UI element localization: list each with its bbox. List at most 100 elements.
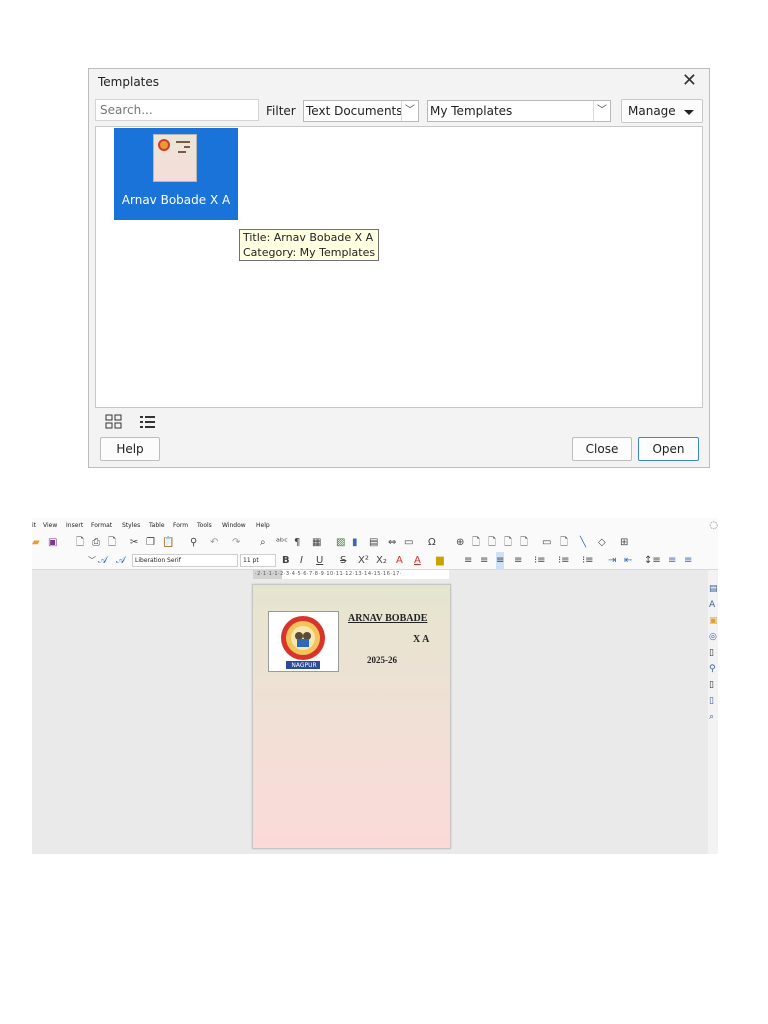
- cut-icon[interactable]: ✂: [130, 534, 138, 552]
- insert-image-icon[interactable]: ▨: [336, 534, 345, 552]
- insert-chart-icon[interactable]: ▮: [352, 534, 358, 552]
- draw-functions-icon[interactable]: ⊞: [620, 534, 628, 552]
- filter-select[interactable]: Text Documents ﹀: [303, 100, 419, 122]
- menu-item-insert[interactable]: Insert: [66, 518, 83, 534]
- category-select[interactable]: My Templates ﹀: [427, 100, 611, 122]
- caret-down-icon: [684, 110, 694, 115]
- font-name-box[interactable]: Liberation Serif: [132, 554, 238, 567]
- save-icon[interactable]: ▣: [48, 534, 57, 552]
- cross-reference-icon[interactable]: 🗋: [520, 534, 528, 552]
- open-folder-icon[interactable]: ▰: [32, 534, 40, 552]
- insert-field-icon[interactable]: ▭: [404, 534, 413, 552]
- copy-icon[interactable]: ❐: [146, 534, 155, 552]
- font-color-icon[interactable]: A: [414, 552, 421, 570]
- list-view-icon[interactable]: [139, 414, 157, 430]
- close-button[interactable]: Close: [572, 437, 632, 461]
- chevron-down-icon[interactable]: ﹀: [88, 552, 96, 570]
- paste-icon[interactable]: 📋: [162, 534, 174, 552]
- style-inspector-icon[interactable]: ⚲: [709, 664, 716, 674]
- comment-icon[interactable]: ▭: [542, 534, 551, 552]
- spelling-icon[interactable]: ᵃᵇᶜ: [276, 534, 288, 552]
- school-logo: NAGPUR: [268, 611, 339, 672]
- template-tooltip: Title: Arnav Bobade X A Category: My Tem…: [239, 229, 380, 261]
- settings-icon[interactable]: ◌: [709, 518, 718, 534]
- new-style-icon[interactable]: 𝒜: [116, 552, 125, 570]
- menu-item-tools[interactable]: Tools: [197, 518, 212, 534]
- justify-icon[interactable]: ≡: [514, 552, 522, 570]
- thumbnail-view-icon[interactable]: [105, 414, 123, 430]
- underline-icon[interactable]: U: [316, 552, 323, 570]
- search-input[interactable]: [95, 99, 259, 121]
- align-right-icon[interactable]: ≡: [496, 552, 505, 570]
- print-icon[interactable]: ⎙: [92, 534, 100, 552]
- menu-item-view[interactable]: View: [43, 518, 57, 534]
- template-list: Arnav Bobade X A Title: Arnav Bobade X A…: [95, 126, 703, 408]
- align-center-icon[interactable]: ≡: [480, 552, 488, 570]
- menu-item-form[interactable]: Form: [173, 518, 188, 534]
- align-left-icon[interactable]: ≡: [464, 552, 472, 570]
- bold-icon[interactable]: B: [282, 552, 290, 570]
- track-changes-icon[interactable]: 🗋: [560, 534, 568, 552]
- menu-item-window[interactable]: Window: [222, 518, 246, 534]
- font-size-box[interactable]: 11 pt: [240, 554, 276, 567]
- update-style-icon[interactable]: 𝒜: [98, 552, 107, 570]
- line-icon[interactable]: ╲: [580, 534, 586, 552]
- horizontal-ruler[interactable]: ·2·1·1·1·2·3·4·5·6·7·8·9·10·11·12·13·14·…: [253, 570, 449, 579]
- decrease-indent-icon[interactable]: ⇤: [624, 552, 632, 570]
- special-character-icon[interactable]: Ω: [428, 534, 436, 552]
- properties-icon[interactable]: ▤: [709, 584, 718, 594]
- insert-table-icon[interactable]: ▦: [312, 534, 321, 552]
- formatting-marks-icon[interactable]: ¶: [294, 534, 300, 552]
- close-icon[interactable]: ✕: [682, 71, 697, 91]
- manage-changes-icon[interactable]: ▯: [709, 680, 714, 690]
- menu-item-styles[interactable]: Styles: [122, 518, 140, 534]
- filter-label: Filter: [266, 104, 296, 118]
- superscript-icon[interactable]: X²: [358, 552, 369, 570]
- increase-indent-icon[interactable]: ⇥: [608, 552, 616, 570]
- gallery-icon[interactable]: ▣: [709, 616, 718, 626]
- paragraph-spacing-icon[interactable]: ≡: [684, 552, 692, 570]
- menu-item-table[interactable]: Table: [149, 518, 165, 534]
- bookmark-icon[interactable]: 🗋: [504, 534, 512, 552]
- page-icon[interactable]: ▯: [709, 648, 714, 658]
- manage-button[interactable]: Manage: [621, 99, 703, 123]
- clear-formatting-icon[interactable]: A: [396, 552, 403, 570]
- highlight-icon[interactable]: ▆: [436, 552, 444, 570]
- font-size-value: 11 pt: [243, 557, 259, 564]
- school-logo-icon: [158, 139, 170, 151]
- help-button[interactable]: Help: [100, 437, 160, 461]
- font-name-value: Liberation Serif: [135, 557, 181, 564]
- standard-toolbar: ▰ ▣ 🗋 ⎙ 🗋 ✂ ❐ 📋 ⚲ ↶ ↷ ⌕ ᵃᵇᶜ ¶ ▦ ▨ ▮ ▤ ⇔ …: [32, 534, 718, 552]
- line-spacing-icon[interactable]: ↕≡: [644, 552, 661, 570]
- basic-shapes-icon[interactable]: ◇: [598, 534, 606, 552]
- navigator-icon[interactable]: ◎: [709, 632, 717, 642]
- print-preview-icon[interactable]: 🗋: [108, 534, 116, 552]
- endnote-icon[interactable]: 🗋: [488, 534, 496, 552]
- export-pdf-icon[interactable]: 🗋: [76, 534, 84, 552]
- design-icon[interactable]: ▯: [709, 696, 714, 706]
- hyperlink-icon[interactable]: ⊕: [456, 534, 464, 552]
- styles-icon[interactable]: A: [709, 600, 715, 610]
- open-button[interactable]: Open: [638, 437, 699, 461]
- page-break-icon[interactable]: ⇔: [388, 534, 396, 552]
- redo-icon[interactable]: ↷: [232, 534, 240, 552]
- menu-item-help[interactable]: Help: [256, 518, 270, 534]
- menu-item-edit[interactable]: it: [32, 518, 36, 534]
- strikethrough-icon[interactable]: S: [340, 552, 346, 570]
- numbered-list-icon[interactable]: ⁝≡: [558, 552, 570, 570]
- subscript-icon[interactable]: X₂: [376, 552, 387, 570]
- find-icon[interactable]: ⌕: [709, 712, 714, 722]
- template-item[interactable]: Arnav Bobade X A: [114, 128, 238, 220]
- italic-icon[interactable]: I: [300, 552, 303, 570]
- find-replace-icon[interactable]: ⌕: [260, 534, 266, 552]
- bulleted-list-icon[interactable]: ⁝≡: [534, 552, 546, 570]
- paragraph-spacing-icon[interactable]: ≡: [668, 552, 676, 570]
- insert-textbox-icon[interactable]: ▤: [369, 534, 378, 552]
- outline-list-icon[interactable]: ⁝≡: [582, 552, 594, 570]
- document-page[interactable]: NAGPUR ARNAV BOBADE X A 2025-26: [252, 584, 451, 849]
- clone-format-icon[interactable]: ⚲: [190, 534, 197, 552]
- template-name: Arnav Bobade X A: [121, 193, 231, 207]
- undo-icon[interactable]: ↶: [210, 534, 218, 552]
- footnote-icon[interactable]: 🗋: [472, 534, 480, 552]
- menu-item-format[interactable]: Format: [91, 518, 112, 534]
